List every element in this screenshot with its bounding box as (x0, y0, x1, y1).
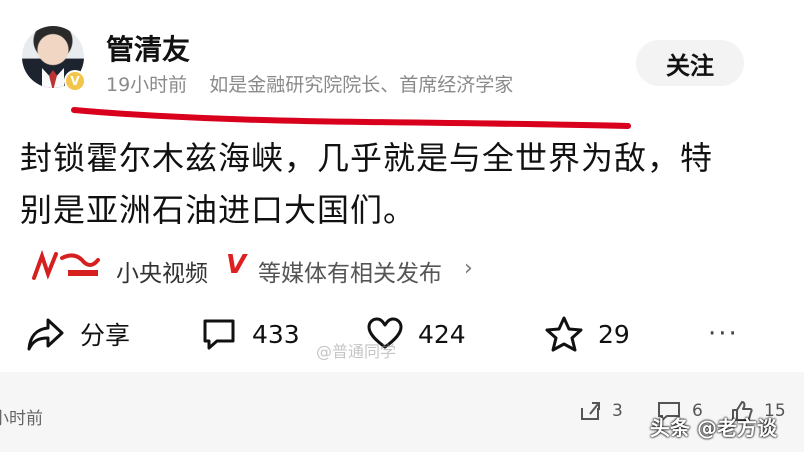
comment-button[interactable]: 433 (200, 314, 300, 354)
chevron-right-icon[interactable]: › (464, 256, 473, 281)
post-meta: 19小时前 如是金融研究院院长、首席经济学家 (106, 70, 513, 97)
star-icon (545, 316, 583, 352)
more-options-icon[interactable]: ··· (708, 314, 739, 354)
share-label: 分享 (80, 321, 131, 350)
source-logo-icon[interactable] (28, 248, 104, 288)
next-post-share[interactable]: 3 (578, 400, 623, 422)
comment-count: 433 (252, 319, 300, 349)
post-text-line-1: 封锁霍尔木兹海峡，几乎就是与全世界为敌，特 (20, 139, 714, 177)
source-suffix[interactable]: 等媒体有相关发布 (258, 254, 442, 288)
source-name-link[interactable]: 小央视频 (116, 254, 208, 288)
weibo-watermark: @普通同学 (316, 342, 397, 361)
favorite-count: 29 (598, 319, 630, 349)
author-bio: 如是金融研究院院长、首席经济学家 (209, 74, 514, 96)
post-text-line-2: 别是亚洲石油进口大国们。 (20, 191, 417, 229)
toutiao-watermark: 头条 @老方谈 (650, 416, 777, 440)
favorite-button[interactable]: 29 (544, 314, 630, 354)
share-button[interactable]: 分享 (26, 314, 130, 354)
share-out-icon (581, 402, 600, 420)
next-post-share-count: 3 (612, 401, 623, 421)
share-icon (27, 318, 64, 351)
author-name[interactable]: 管清友 (106, 28, 190, 68)
verified-badge-icon: V (64, 70, 86, 92)
post-time: 19小时前 (106, 74, 188, 96)
follow-button[interactable]: 关注 (636, 40, 744, 86)
source-verified-icon: V (226, 250, 247, 280)
like-count: 424 (418, 319, 466, 349)
next-post-time: 小时前 (0, 409, 43, 429)
comment-icon (203, 319, 235, 350)
post-content: 封锁霍尔木兹海峡，几乎就是与全世界为敌，特 别是亚洲石油进口大国们。 (20, 132, 780, 236)
